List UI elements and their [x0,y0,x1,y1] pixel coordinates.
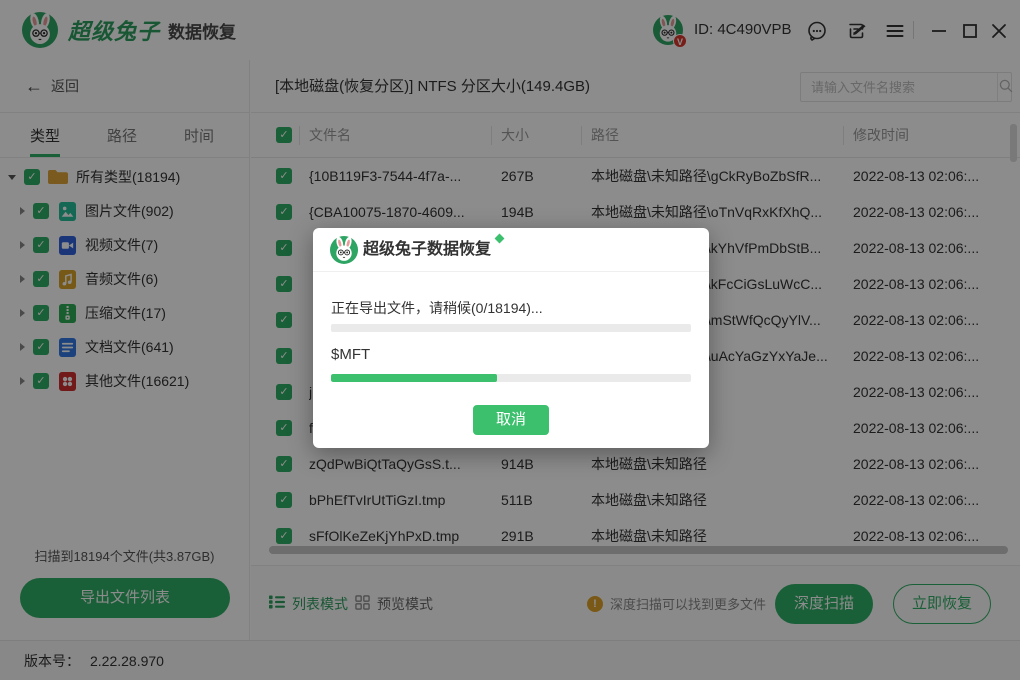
dialog-rabbit-logo-icon [330,236,358,264]
export-status-text: 正在导出文件，请稍候(0/18194)... [331,298,543,318]
cancel-button[interactable]: 取消 [473,405,549,435]
diamond-accent-icon [495,234,505,244]
export-progress-dialog: 超级兔子数据恢复 正在导出文件，请稍候(0/18194)... $MFT 取消 [313,228,709,448]
overall-progress-track [331,324,691,332]
dialog-title: 超级兔子数据恢复 [363,228,491,272]
file-progress-track [331,374,691,382]
file-progress-fill [331,374,497,382]
app-window: 超级兔子 数据恢复 V ID: 4C490VPB ← 返回 类型路径时间 所有类… [0,0,1020,680]
dialog-header: 超级兔子数据恢复 [313,228,709,272]
current-file-name: $MFT [331,346,370,363]
